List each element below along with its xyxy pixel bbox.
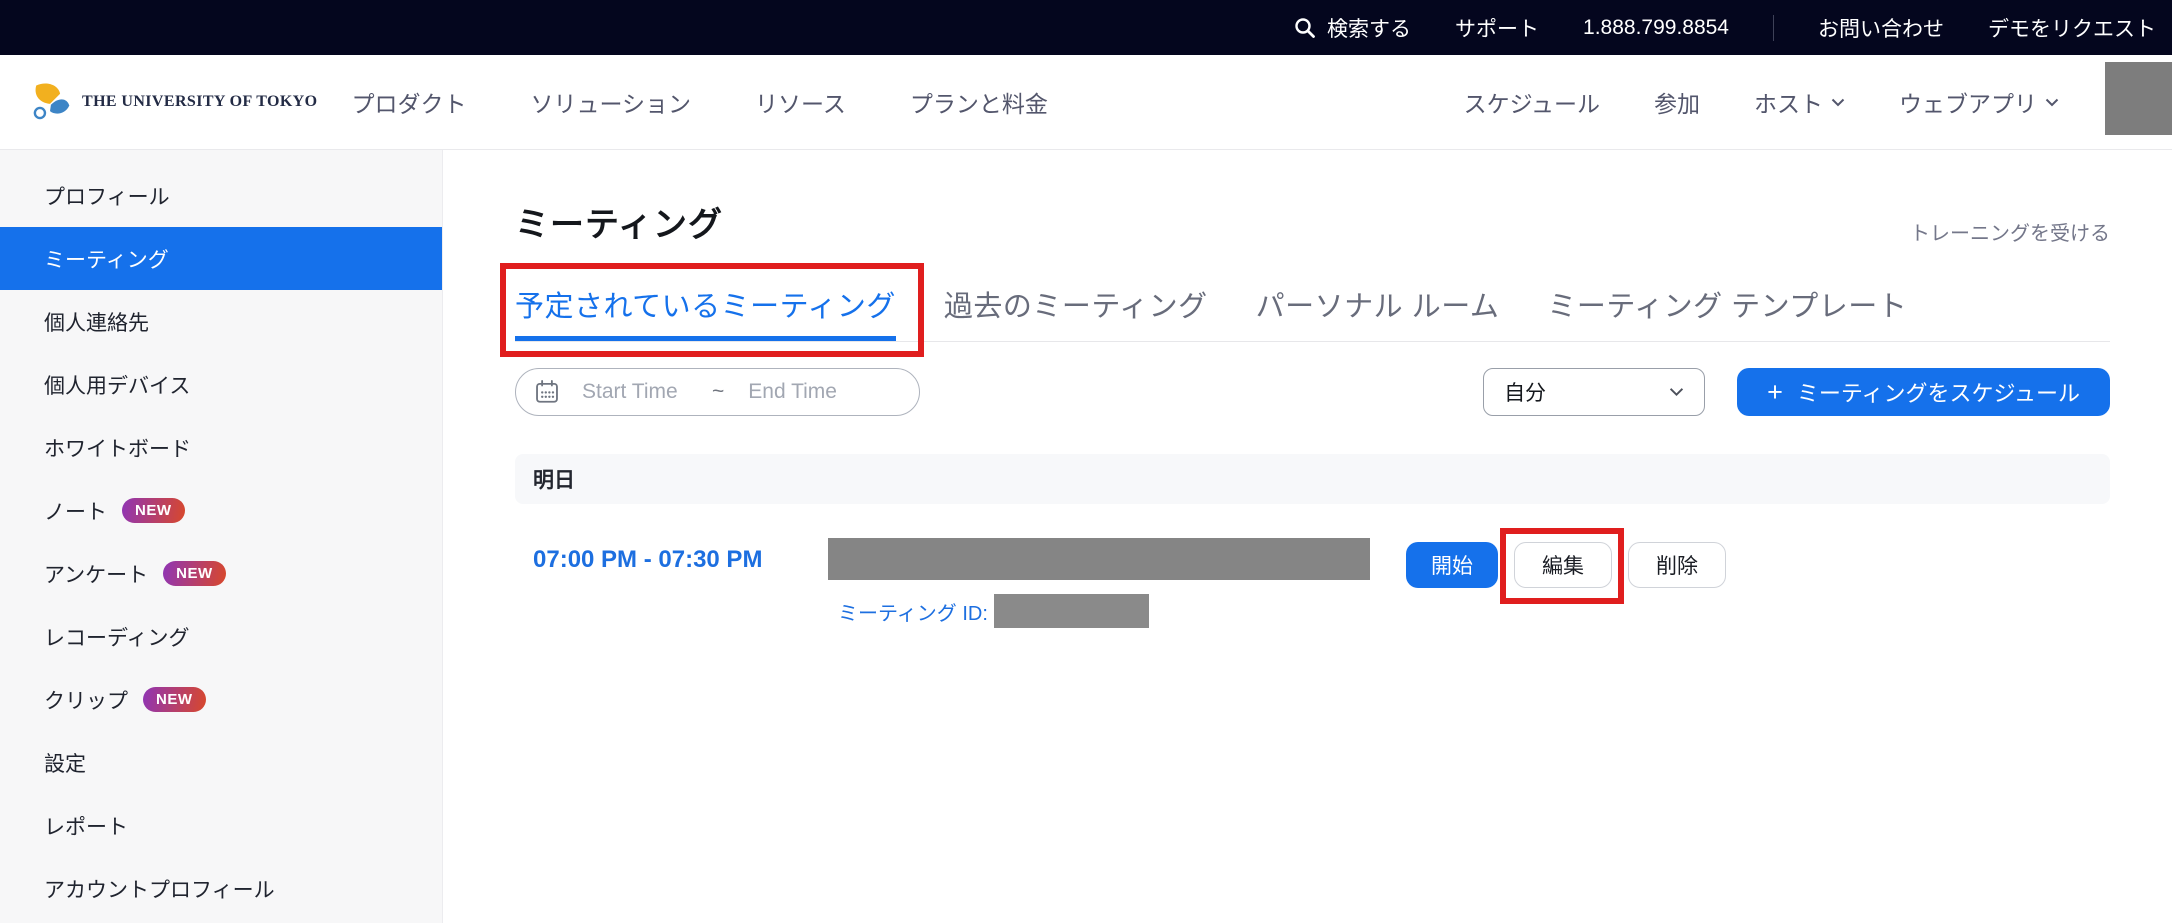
sidebar-item-personal-contacts[interactable]: 個人連絡先 — [0, 290, 442, 353]
meeting-id-redacted — [994, 594, 1149, 628]
new-badge: NEW — [163, 561, 226, 586]
delete-meeting-button[interactable]: 削除 — [1628, 542, 1726, 588]
utokyo-logo[interactable]: THE UNIVERSITY OF TOKYO — [28, 80, 317, 124]
search-icon — [1294, 17, 1316, 39]
sidebar-item-label: 個人用デバイス — [44, 370, 190, 400]
sidebar-item-reports[interactable]: レポート — [0, 794, 442, 857]
plus-icon: + — [1767, 379, 1783, 406]
owner-filter-select[interactable]: 自分 — [1483, 368, 1705, 416]
sidebar-item-label: 設定 — [44, 748, 86, 778]
sidebar-item-clips[interactable]: クリップ NEW — [0, 668, 442, 731]
sidebar-item-notes[interactable]: ノート NEW — [0, 479, 442, 542]
sidebar-item-recordings[interactable]: レコーディング — [0, 605, 442, 668]
logo-text: THE UNIVERSITY OF TOKYO — [82, 93, 317, 111]
sidebar-item-label: アカウントプロフィール — [44, 874, 275, 904]
sidebar-item-label: クリップ — [44, 685, 128, 715]
start-time-input[interactable] — [582, 380, 712, 404]
filter-row: ~ 自分 + ミーティングをスケジュール — [515, 368, 2110, 416]
nav-products[interactable]: プロダクト — [351, 85, 466, 119]
edit-meeting-button[interactable]: 編集 — [1514, 542, 1612, 588]
sidebar-item-label: ホワイトボード — [44, 433, 191, 463]
chevron-down-icon — [1831, 98, 1845, 107]
sidebar-item-label: ノート — [44, 496, 107, 526]
avatar[interactable] — [2105, 62, 2172, 135]
tab-meeting-templates[interactable]: ミーティング テンプレート — [1547, 290, 1907, 341]
sidebar-item-account-profile[interactable]: アカウントプロフィール — [0, 857, 442, 920]
page-title: ミーティング — [515, 197, 723, 246]
search-link[interactable]: 検索する — [1294, 13, 1411, 43]
meeting-time: 07:00 PM - 07:30 PM — [533, 546, 762, 574]
meeting-row: 07:00 PM - 07:30 PM ミーティング ID: 開始 編集 削除 — [515, 538, 2110, 668]
header-actions: スケジュール 参加 ホスト ウェブアプリ — [1464, 85, 2059, 119]
tab-personal-room[interactable]: パーソナル ルーム — [1256, 290, 1500, 341]
date-range-picker[interactable]: ~ — [515, 368, 920, 416]
action-web-app-label: ウェブアプリ — [1899, 85, 2037, 119]
action-schedule[interactable]: スケジュール — [1464, 85, 1600, 119]
tab-upcoming-meetings[interactable]: 予定されているミーティング — [515, 290, 896, 341]
calendar-icon — [534, 379, 560, 405]
action-host[interactable]: ホスト — [1754, 85, 1845, 119]
schedule-meeting-label: ミーティングをスケジュール — [1797, 376, 2080, 408]
sidebar-item-label: 個人連絡先 — [44, 307, 149, 337]
new-badge: NEW — [143, 687, 206, 712]
meeting-actions: 開始 編集 削除 — [1406, 542, 1726, 588]
owner-filter-value: 自分 — [1504, 377, 1546, 407]
title-row: ミーティング トレーニングを受ける — [515, 200, 2110, 246]
sidebar-item-whiteboard[interactable]: ホワイトボード — [0, 416, 442, 479]
meeting-tabs: 予定されているミーティング 過去のミーティング パーソナル ルーム ミーティング… — [515, 290, 2110, 342]
primary-nav: プロダクト ソリューション リソース プランと料金 — [351, 85, 1047, 119]
new-badge: NEW — [122, 498, 185, 523]
sidebar: プロフィール ミーティング 個人連絡先 個人用デバイス ホワイトボード ノート … — [0, 150, 443, 923]
page-body: プロフィール ミーティング 個人連絡先 個人用デバイス ホワイトボード ノート … — [0, 150, 2172, 923]
tab-previous-meetings[interactable]: 過去のミーティング — [944, 290, 1208, 341]
main-content: ミーティング トレーニングを受ける 予定されているミーティング 過去のミーティン… — [443, 150, 2172, 923]
topbar-request-demo-link[interactable]: デモをリクエスト — [1988, 13, 2156, 43]
section-header-tomorrow: 明日 — [515, 454, 2110, 504]
section-header-label: 明日 — [533, 464, 575, 494]
sidebar-item-label: プロフィール — [44, 181, 170, 211]
meeting-id-line: ミーティング ID: — [838, 594, 1149, 628]
topbar-contact-link[interactable]: お問い合わせ — [1818, 13, 1944, 43]
sidebar-item-meetings[interactable]: ミーティング — [0, 227, 442, 290]
header: THE UNIVERSITY OF TOKYO プロダクト ソリューション リソ… — [0, 55, 2172, 150]
action-host-label: ホスト — [1754, 85, 1823, 119]
topbar-support-link[interactable]: サポート — [1455, 13, 1539, 43]
filter-right-group: 自分 + ミーティングをスケジュール — [1483, 368, 2110, 416]
chevron-down-icon — [1669, 387, 1684, 397]
chevron-down-icon — [2045, 98, 2059, 107]
action-join[interactable]: 参加 — [1654, 85, 1700, 119]
nav-resources[interactable]: リソース — [755, 85, 846, 119]
sidebar-item-personal-devices[interactable]: 個人用デバイス — [0, 353, 442, 416]
sidebar-item-surveys[interactable]: アンケート NEW — [0, 542, 442, 605]
sidebar-item-label: レコーディング — [44, 622, 190, 652]
search-label: 検索する — [1327, 13, 1411, 43]
end-time-input[interactable] — [748, 380, 868, 404]
sidebar-item-settings[interactable]: 設定 — [0, 731, 442, 794]
action-web-app[interactable]: ウェブアプリ — [1899, 85, 2059, 119]
sidebar-item-label: アンケート — [44, 559, 148, 589]
date-range-separator: ~ — [712, 380, 724, 404]
get-training-link[interactable]: トレーニングを受ける — [1910, 217, 2110, 246]
nav-plans-pricing[interactable]: プランと料金 — [910, 85, 1048, 119]
sidebar-item-profile[interactable]: プロフィール — [0, 164, 442, 227]
utokyo-ginkgo-logo-icon — [28, 80, 72, 124]
topbar: 検索する サポート 1.888.799.8854 お問い合わせ デモをリクエスト — [0, 0, 2172, 55]
sidebar-item-label: レポート — [44, 811, 128, 841]
meeting-id-label: ミーティング ID: — [838, 597, 988, 626]
start-meeting-button[interactable]: 開始 — [1406, 542, 1498, 588]
nav-solutions[interactable]: ソリューション — [530, 85, 691, 119]
sidebar-item-label: ミーティング — [44, 244, 169, 274]
topbar-divider — [1773, 15, 1774, 41]
meeting-topic-redacted — [828, 538, 1370, 580]
schedule-meeting-button[interactable]: + ミーティングをスケジュール — [1737, 368, 2110, 416]
topbar-phone[interactable]: 1.888.799.8854 — [1583, 16, 1729, 40]
